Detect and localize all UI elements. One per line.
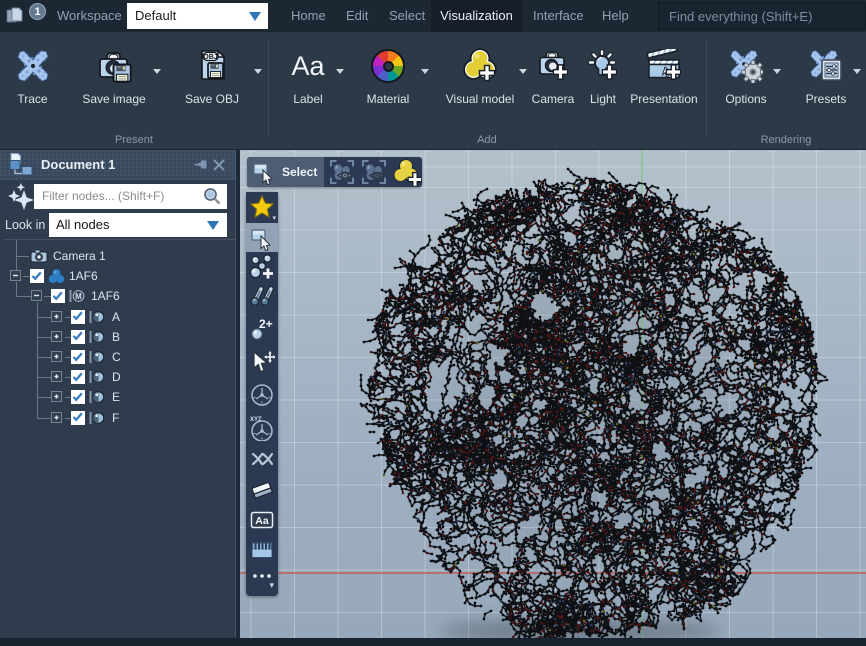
svg-text:OBJ: OBJ [203,54,218,61]
svg-text:Aa: Aa [255,515,269,527]
svg-text:M: M [75,292,82,301]
svg-text:2+: 2+ [259,317,273,331]
